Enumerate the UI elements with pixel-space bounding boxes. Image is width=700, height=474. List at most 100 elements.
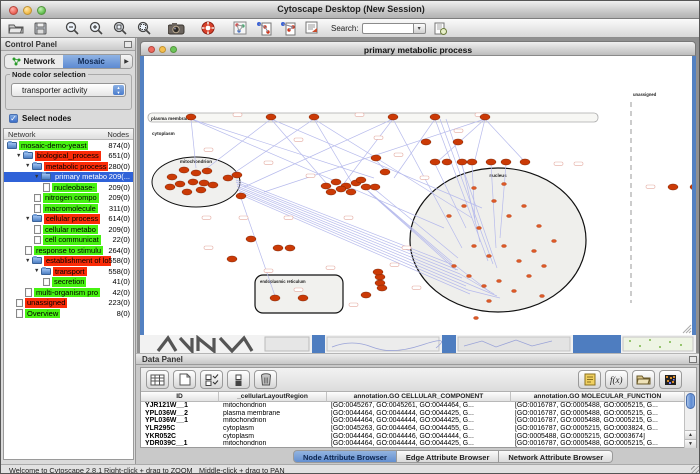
save-session-icon[interactable] — [31, 21, 49, 36]
matrix-icon[interactable] — [659, 370, 682, 389]
open-session-icon[interactable] — [7, 21, 25, 36]
network-node[interactable] — [421, 139, 431, 145]
network-node[interactable] — [467, 159, 477, 165]
network-node[interactable] — [175, 181, 185, 187]
network-node[interactable] — [298, 295, 308, 301]
network-edge[interactable] — [394, 119, 435, 178]
network-node[interactable] — [690, 184, 692, 190]
tab-overflow-arrow-icon[interactable]: ▶ — [120, 55, 132, 68]
table-scrollbar[interactable]: ▲ ▼ — [684, 392, 696, 448]
tree-row[interactable]: cell communicat22(0) — [4, 235, 133, 246]
plugin-icon[interactable] — [432, 21, 450, 36]
network-node[interactable] — [361, 292, 371, 298]
network-node[interactable] — [377, 285, 387, 291]
node-color-dropdown[interactable]: transporter activity ▲▼ — [11, 83, 126, 97]
network-node[interactable] — [371, 155, 381, 161]
network-node[interactable] — [223, 175, 233, 181]
tree-row[interactable]: ▼primary metabo209(... — [4, 172, 133, 183]
network-node[interactable] — [273, 245, 283, 251]
network-node[interactable] — [373, 269, 383, 275]
network-node-small[interactable] — [532, 250, 537, 253]
network-node-small[interactable] — [512, 290, 517, 293]
scroll-down-icon[interactable]: ▼ — [685, 439, 696, 448]
data-panel-titlebar[interactable]: Data Panel — [136, 353, 700, 365]
network-node[interactable] — [430, 159, 440, 165]
network-node[interactable] — [480, 114, 490, 120]
network-node[interactable] — [501, 159, 511, 165]
network-node[interactable] — [270, 295, 280, 301]
data-panel-float-icon[interactable] — [689, 356, 697, 363]
attribute-table-icon[interactable] — [146, 370, 169, 389]
zoom-selected-icon[interactable] — [111, 21, 129, 36]
network-node[interactable] — [208, 182, 218, 188]
network-node-small[interactable] — [462, 205, 467, 208]
network-node-small[interactable] — [522, 205, 527, 208]
network-node-small[interactable] — [497, 280, 502, 283]
annotation-icon[interactable] — [303, 21, 321, 36]
network-node-small[interactable] — [537, 225, 542, 228]
table-row[interactable]: YPL036W__1mitochondrion[GO:0044464, GO:0… — [141, 417, 685, 425]
tree-row[interactable]: cellular metabo209(0) — [4, 224, 133, 235]
tree-row[interactable]: macromolecule311(0) — [4, 203, 133, 214]
network-node[interactable] — [236, 193, 246, 199]
network-canvas-area[interactable]: plasma membrane cytoplasm mitochondrion … — [140, 56, 696, 335]
network-node-small[interactable] — [477, 227, 482, 230]
network-node-small[interactable] — [487, 255, 492, 258]
network-node[interactable] — [361, 184, 371, 190]
column-header[interactable]: _cellularLayoutRegion — [219, 392, 327, 402]
column-header[interactable]: ID — [141, 392, 219, 402]
network-node[interactable] — [202, 168, 212, 174]
table-row[interactable]: YKR052Ccytoplasm[GO:0044464, GO:0044446,… — [141, 433, 685, 441]
zoom-fit-icon[interactable] — [135, 21, 153, 36]
network-node[interactable] — [321, 183, 331, 189]
network-node-small[interactable] — [507, 215, 512, 218]
expander-icon[interactable]: ▼ — [25, 216, 32, 222]
network-node[interactable] — [442, 159, 452, 165]
network-node-small[interactable] — [540, 295, 545, 298]
network-node[interactable] — [196, 187, 206, 193]
table-row[interactable]: YDR039C__1mitochondrion[GO:0044464, GO:0… — [141, 440, 685, 448]
tree-row[interactable]: unassigned223(0) — [4, 298, 133, 309]
network-node-small[interactable] — [447, 215, 452, 218]
network-view-titlebar[interactable]: primary metabolic process — [140, 41, 696, 56]
delete-attribute-icon[interactable] — [254, 370, 277, 389]
network-node[interactable] — [486, 159, 496, 165]
float-panel-icon[interactable] — [124, 41, 132, 48]
tree-row[interactable]: Overview8(0) — [4, 308, 133, 319]
tab-mosaic[interactable]: Mosaic — [63, 55, 121, 68]
table-row[interactable]: YLR295Ccytoplasm[GO:0045263, GO:0044464,… — [141, 425, 685, 433]
help-lifesaver-icon[interactable] — [199, 21, 217, 36]
layout-icon[interactable] — [231, 21, 249, 36]
expander-icon[interactable]: ▼ — [25, 258, 32, 264]
expander-icon[interactable]: ▼ — [16, 153, 23, 159]
network-node-small[interactable] — [517, 260, 522, 263]
network-node[interactable] — [380, 169, 390, 175]
network-node-small[interactable] — [474, 317, 479, 320]
tree-row[interactable]: ▼metabolic process280(0) — [4, 161, 133, 172]
column-header[interactable]: annotation.GO CELLULAR_COMPONENT — [327, 392, 511, 402]
network-node-small[interactable] — [472, 187, 477, 190]
unselect-attributes-icon[interactable] — [227, 370, 250, 389]
network-node-small[interactable] — [467, 275, 472, 278]
network-node[interactable] — [266, 114, 276, 120]
expander-icon[interactable]: ▼ — [34, 174, 41, 180]
network-node[interactable] — [165, 184, 175, 190]
zoom-in-icon[interactable] — [87, 21, 105, 36]
network-node-small[interactable] — [527, 275, 532, 278]
network-node[interactable] — [356, 177, 366, 183]
window-resize-grip[interactable] — [691, 466, 700, 474]
network-node[interactable] — [188, 179, 198, 185]
network-node[interactable] — [346, 189, 356, 195]
select-nodes-checkbox[interactable]: ✓ — [9, 114, 18, 123]
network-node[interactable] — [199, 180, 209, 186]
annotation-note-icon[interactable] — [578, 370, 601, 389]
function-builder-icon[interactable]: f(x) — [605, 370, 628, 389]
attribute-table[interactable]: ID_cellularLayoutRegionannotation.GO CEL… — [141, 392, 685, 448]
title-bar[interactable]: Cytoscape Desktop (New Session) — [1, 1, 700, 19]
tree-row[interactable]: ▼establishment of lo558(0) — [4, 256, 133, 267]
network-node-small[interactable] — [482, 285, 487, 288]
tab-node-attribute-browser[interactable]: Node Attribute Browser — [293, 450, 397, 463]
tab-edge-attribute-browser[interactable]: Edge Attribute Browser — [397, 450, 499, 463]
tree-row[interactable]: response to stimulu264(0) — [4, 245, 133, 256]
network-edge[interactable] — [202, 119, 271, 172]
